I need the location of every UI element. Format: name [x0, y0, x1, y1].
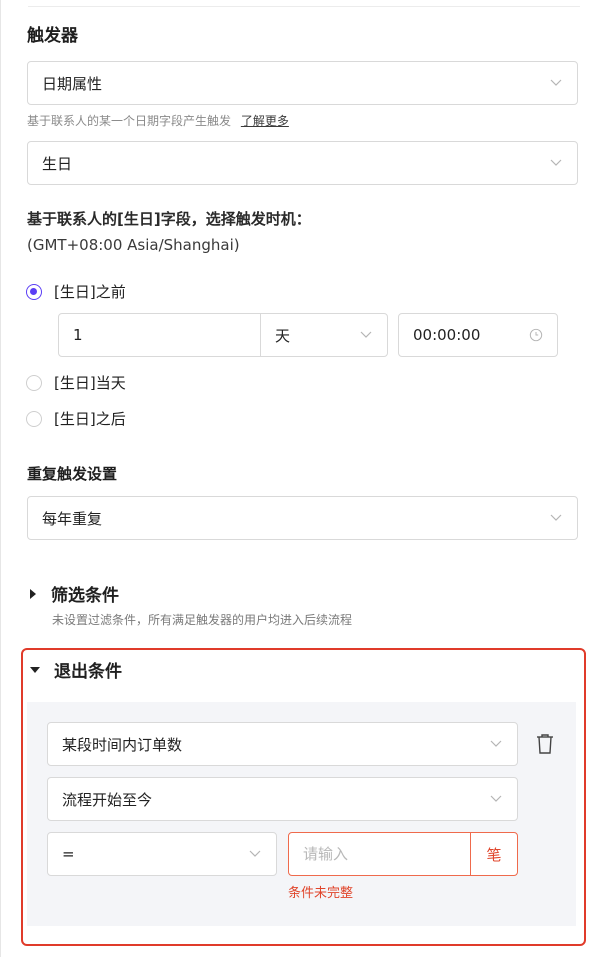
exit-toggle[interactable]: 退出条件	[30, 657, 122, 682]
exit-range-select[interactable]: 流程开始至今	[47, 777, 518, 821]
exit-condition-value: 某段时间内订单数	[62, 735, 183, 754]
radio-dot[interactable]	[26, 410, 42, 427]
repeat-value: 每年重复	[42, 509, 103, 528]
timezone-label: (GMT+08:00 Asia/Shanghai)	[27, 236, 240, 254]
trigger-hint-text: 基于联系人的某一个日期字段产生触发	[27, 114, 232, 128]
radio-after[interactable]: [生日]之后	[26, 408, 126, 429]
left-divider	[0, 0, 1, 957]
chevron-down-icon	[549, 156, 563, 170]
offset-unit-select[interactable]: 天	[260, 313, 388, 357]
offset-value-input[interactable]: 1	[58, 313, 261, 357]
caret-right-icon	[30, 588, 36, 599]
chevron-down-icon	[489, 792, 503, 806]
trigger-hint: 基于联系人的某一个日期字段产生触发 了解更多	[27, 112, 289, 129]
time-value: 00:00:00	[413, 326, 481, 344]
trash-icon[interactable]	[535, 733, 555, 759]
exit-operator-select[interactable]: =	[47, 832, 277, 876]
chevron-down-icon	[549, 76, 563, 90]
top-divider	[28, 6, 580, 7]
exit-range-value: 流程开始至今	[62, 790, 153, 809]
filter-toggle[interactable]: 筛选条件	[30, 581, 119, 606]
exit-condition-select[interactable]: 某段时间内订单数	[47, 722, 518, 766]
timing-label: 基于联系人的[生日]字段，选择触发时机：	[27, 210, 311, 228]
offset-value: 1	[73, 326, 83, 344]
date-field-select[interactable]: 生日	[27, 141, 578, 185]
exit-value-unit: 笔	[470, 833, 517, 875]
offset-unit-value: 天	[275, 326, 291, 345]
learn-more-link[interactable]: 了解更多	[241, 114, 289, 128]
radio-dot[interactable]	[26, 374, 42, 391]
time-picker[interactable]: 00:00:00	[398, 313, 558, 357]
exit-value-input[interactable]	[289, 833, 470, 875]
radio-on-day-label: [生日]当天	[54, 374, 126, 392]
chevron-down-icon	[359, 328, 373, 342]
trigger-type-value: 日期属性	[42, 74, 103, 93]
chevron-down-icon	[489, 737, 503, 751]
filter-hint: 未设置过滤条件，所有满足触发器的用户均进入后续流程	[52, 613, 353, 627]
trigger-type-select[interactable]: 日期属性	[27, 61, 578, 105]
clock-icon	[529, 328, 543, 342]
date-field-value: 生日	[42, 154, 73, 173]
caret-down-icon	[30, 666, 40, 673]
radio-after-label: [生日]之后	[54, 410, 126, 428]
radio-dot[interactable]	[26, 283, 42, 300]
radio-before[interactable]: [生日]之前	[26, 281, 126, 302]
exit-title: 退出条件	[54, 662, 122, 682]
repeat-select[interactable]: 每年重复	[27, 496, 578, 540]
filter-title: 筛选条件	[51, 586, 119, 606]
trigger-title: 触发器	[27, 26, 78, 46]
exit-error-message: 条件未完整	[288, 886, 354, 901]
exit-operator-value: =	[62, 845, 75, 863]
radio-before-label: [生日]之前	[54, 283, 126, 301]
chevron-down-icon	[549, 511, 563, 525]
chevron-down-icon	[248, 847, 262, 861]
exit-value-input-group: 笔	[288, 832, 518, 876]
repeat-title: 重复触发设置	[27, 465, 118, 483]
radio-on-day[interactable]: [生日]当天	[26, 372, 126, 393]
